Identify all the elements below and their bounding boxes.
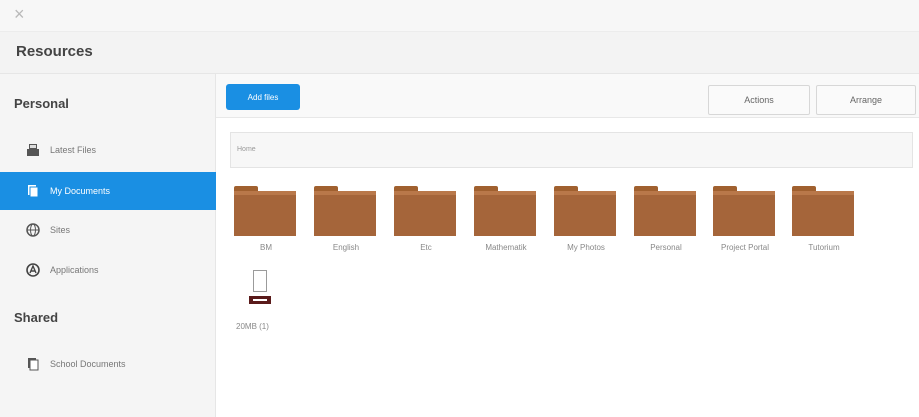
folder-item[interactable]: Mathematik: [474, 186, 538, 266]
applications-icon: [26, 263, 40, 277]
pdf-icon: [249, 270, 271, 312]
add-files-button[interactable]: Add files: [226, 84, 300, 110]
folder-icon: [554, 186, 616, 236]
folder-name: Personal: [650, 243, 682, 252]
folder-name: Tutorium: [808, 243, 840, 252]
file-name: 20MB (1): [236, 322, 269, 331]
window-topbar: ×: [0, 0, 919, 32]
sidebar-item-school-documents[interactable]: School Documents: [0, 346, 216, 382]
folder-name: Project Portal: [720, 243, 770, 252]
sidebar-item-label: My Documents: [50, 186, 111, 196]
arrange-button[interactable]: Arrange: [816, 85, 916, 115]
actions-button[interactable]: Actions: [708, 85, 810, 115]
file-grid: BM English Etc Mathematik My Photos Pers…: [234, 186, 914, 416]
sidebar-item-applications[interactable]: Applications: [0, 252, 216, 288]
folder-name: My Photos: [567, 243, 605, 252]
breadcrumb[interactable]: Home: [230, 132, 913, 168]
folder-icon: [713, 186, 775, 236]
documents-icon: [26, 184, 40, 198]
folder-icon: [234, 186, 296, 236]
main-panel: Add files Actions Arrange Home BM Englis…: [216, 74, 919, 417]
folder-name: English: [332, 243, 360, 252]
sidebar-item-latest-files[interactable]: Latest Files: [0, 132, 216, 168]
folder-icon: [634, 186, 696, 236]
folder-item[interactable]: Personal: [634, 186, 698, 266]
file-item[interactable]: 20MB (1): [236, 270, 284, 350]
folder-item[interactable]: My Photos: [554, 186, 618, 266]
sidebar-heading-shared: Shared: [14, 310, 59, 325]
folder-item[interactable]: BM: [234, 186, 298, 266]
sidebar: Personal Latest Files My Documents Sites…: [0, 74, 216, 417]
sidebar-item-label: Sites: [50, 225, 71, 235]
folder-icon: [314, 186, 376, 236]
title-bar: Resources: [0, 32, 919, 74]
drawer-icon: [26, 143, 40, 157]
documents-icon: [26, 357, 40, 371]
sidebar-item-label: School Documents: [50, 359, 126, 369]
folder-name: Mathematik: [485, 243, 527, 252]
sidebar-item-sites[interactable]: Sites: [0, 212, 216, 248]
close-icon[interactable]: ×: [14, 5, 30, 23]
folder-icon: [792, 186, 854, 236]
sidebar-item-label: Latest Files: [50, 145, 97, 155]
sidebar-item-my-documents[interactable]: My Documents: [0, 172, 216, 210]
folder-icon: [474, 186, 536, 236]
folder-item[interactable]: Tutorium: [792, 186, 856, 266]
folder-item[interactable]: Etc: [394, 186, 458, 266]
sidebar-heading-personal: Personal: [14, 96, 69, 111]
globe-icon: [26, 223, 40, 237]
toolbar: Add files Actions Arrange: [216, 74, 919, 118]
page-title: Resources: [16, 43, 93, 60]
folder-item[interactable]: Project Portal: [713, 186, 777, 266]
folder-item[interactable]: English: [314, 186, 378, 266]
folder-name: Etc: [420, 243, 432, 252]
folder-name: BM: [260, 243, 272, 252]
folder-icon: [394, 186, 456, 236]
sidebar-item-label: Applications: [50, 265, 99, 275]
